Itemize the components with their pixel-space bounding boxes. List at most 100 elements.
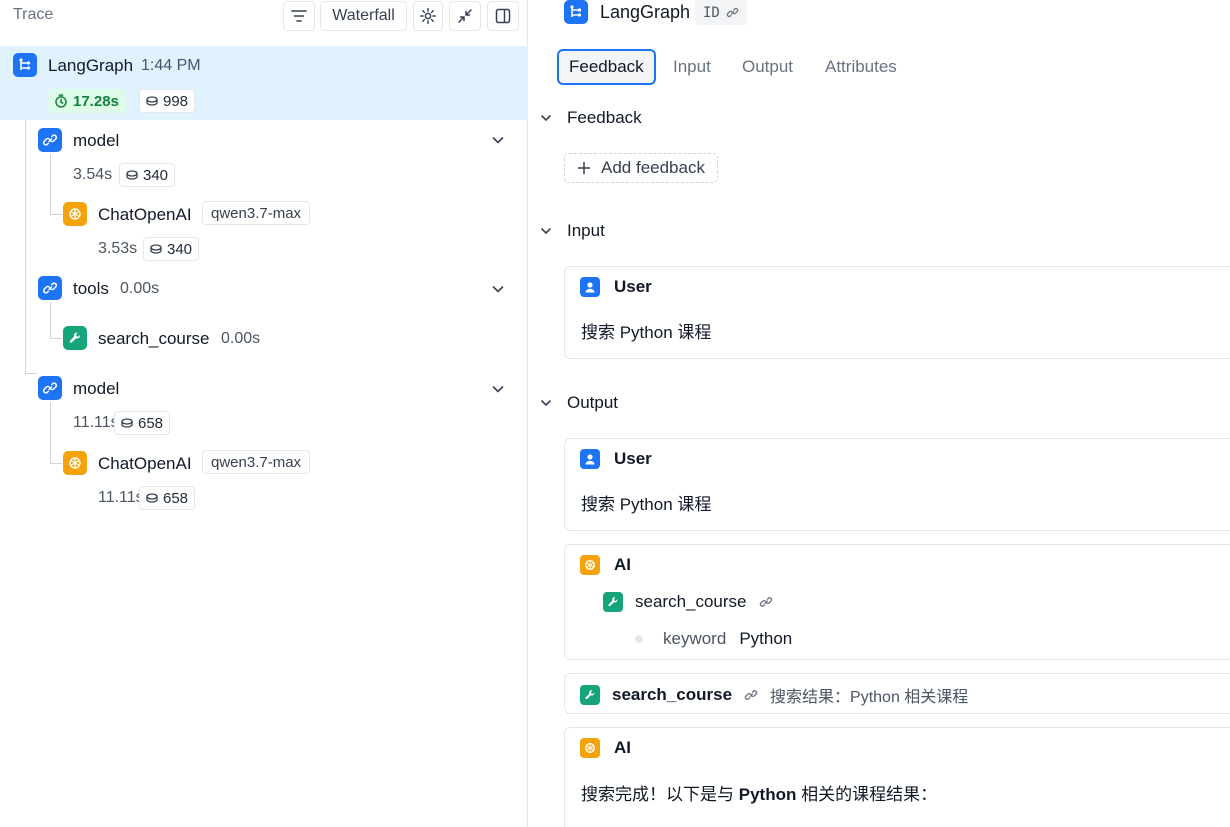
wrench-icon xyxy=(63,326,87,350)
section-toggle-feedback[interactable]: Feedback xyxy=(539,108,642,128)
node-name[interactable]: model xyxy=(73,131,119,151)
tree-connector xyxy=(50,154,51,214)
node-name[interactable]: ChatOpenAI xyxy=(98,454,192,474)
section-heading: Output xyxy=(567,393,619,412)
timer-icon xyxy=(55,94,67,108)
token-badge: 658 xyxy=(139,486,196,510)
trace-panel: Trace Waterfall LangGraph 1:44 PM 17.28s… xyxy=(0,0,528,827)
message-text: 搜索完成！以下是与 Python 相关的课程结果： xyxy=(581,780,937,805)
text-bold: Python xyxy=(738,785,797,804)
gear-icon xyxy=(420,8,436,24)
node-duration: 11.11s xyxy=(73,414,119,431)
link-icon xyxy=(726,7,739,18)
toggle-panel-button[interactable] xyxy=(487,1,519,31)
tab-feedback[interactable]: Feedback xyxy=(557,49,656,85)
node-duration: 3.54s xyxy=(73,166,113,183)
token-value: 658 xyxy=(138,414,164,432)
add-feedback-button[interactable]: Add feedback xyxy=(564,153,718,183)
section-heading: Feedback xyxy=(567,108,642,127)
plus-icon xyxy=(577,161,591,175)
chain-link-icon xyxy=(38,276,62,300)
model-tag: qwen3.7-max xyxy=(202,201,311,225)
node-name[interactable]: search_course xyxy=(98,329,210,349)
tool-argument: keyword Python xyxy=(635,629,792,649)
node-duration: 0.00s xyxy=(120,280,160,297)
section-toggle-output[interactable]: Output xyxy=(539,393,618,413)
chevron-down-icon xyxy=(541,115,551,122)
token-value: 340 xyxy=(167,240,193,258)
id-label: ID xyxy=(703,4,720,21)
coin-icon xyxy=(121,418,133,428)
chevron-down-icon[interactable] xyxy=(490,132,506,148)
filter-button[interactable] xyxy=(283,1,315,31)
settings-button[interactable] xyxy=(413,1,443,31)
node-name[interactable]: tools xyxy=(73,279,109,299)
token-value: 340 xyxy=(143,166,169,184)
text-part: 搜索完成！以下是与 xyxy=(581,785,739,804)
tool-name: search_course xyxy=(635,592,747,611)
token-badge: 998 xyxy=(139,89,196,113)
chain-link-icon xyxy=(38,128,62,152)
bullet-icon xyxy=(635,635,643,643)
filter-icon xyxy=(291,10,307,22)
token-value: 658 xyxy=(163,489,189,507)
openai-icon xyxy=(580,738,600,758)
chevron-down-icon xyxy=(541,228,551,235)
arg-key: keyword xyxy=(663,629,727,648)
tree-connector xyxy=(50,338,62,339)
wrench-icon xyxy=(580,685,600,705)
message-card-ai-final: AI 搜索完成！以下是与 Python 相关的课程结果： xyxy=(564,727,1230,827)
token-badge: 340 xyxy=(119,163,176,187)
waterfall-view-button[interactable]: Waterfall xyxy=(320,1,407,31)
wrench-icon xyxy=(603,592,623,612)
node-name: LangGraph xyxy=(48,56,134,75)
node-name[interactable]: ChatOpenAI xyxy=(98,205,192,225)
trace-title: Trace xyxy=(13,6,54,23)
tab-output[interactable]: Output xyxy=(732,49,803,85)
link-icon[interactable] xyxy=(759,595,773,609)
message-text: 搜索 Python 课程 xyxy=(581,323,712,342)
user-icon xyxy=(580,277,600,297)
tree-connector xyxy=(50,302,51,338)
message-role: AI xyxy=(580,738,631,758)
token-badge: 340 xyxy=(143,237,200,261)
message-card-ai-tool-call: AI search_course keyword Python xyxy=(564,544,1230,660)
arg-value: Python xyxy=(739,629,793,648)
coin-icon xyxy=(150,244,162,254)
token-value: 998 xyxy=(163,92,189,110)
message-card-user: User 搜索 Python 课程 xyxy=(564,438,1230,531)
sidebar-panel-icon xyxy=(495,8,511,24)
node-time: 1:44 PM xyxy=(141,57,201,74)
collapse-button[interactable] xyxy=(449,1,481,31)
openai-icon xyxy=(63,202,87,226)
link-icon[interactable] xyxy=(744,688,758,702)
chevron-down-icon[interactable] xyxy=(490,281,506,297)
collapse-icon xyxy=(458,9,472,23)
message-card-tool-result: search_course 搜索结果：Python 相关课程 xyxy=(564,673,1230,714)
openai-icon xyxy=(63,451,87,475)
duration-value: 17.28s xyxy=(73,92,119,110)
node-duration: 3.53s xyxy=(98,240,138,257)
coin-icon xyxy=(146,96,158,106)
message-text: 搜索 Python 课程 xyxy=(581,495,712,514)
coin-icon xyxy=(146,493,158,503)
node-name[interactable]: model xyxy=(73,379,119,399)
role-label: AI xyxy=(614,555,631,574)
chevron-down-icon xyxy=(541,400,551,407)
role-label: User xyxy=(614,449,652,468)
section-toggle-input[interactable]: Input xyxy=(539,221,605,241)
section-heading: Input xyxy=(567,221,605,240)
tab-attributes[interactable]: Attributes xyxy=(815,49,907,85)
role-label: AI xyxy=(614,738,631,757)
add-feedback-label: Add feedback xyxy=(601,158,705,177)
copy-id-button[interactable]: ID xyxy=(695,0,747,25)
tree-connector xyxy=(50,463,62,464)
coin-icon xyxy=(126,170,138,180)
openai-icon xyxy=(580,555,600,575)
tree-connector xyxy=(25,120,26,374)
tool-call[interactable]: search_course xyxy=(603,592,773,612)
chevron-down-icon[interactable] xyxy=(490,381,506,397)
tab-input[interactable]: Input xyxy=(663,49,721,85)
graph-icon xyxy=(564,0,588,24)
graph-icon xyxy=(13,53,37,77)
